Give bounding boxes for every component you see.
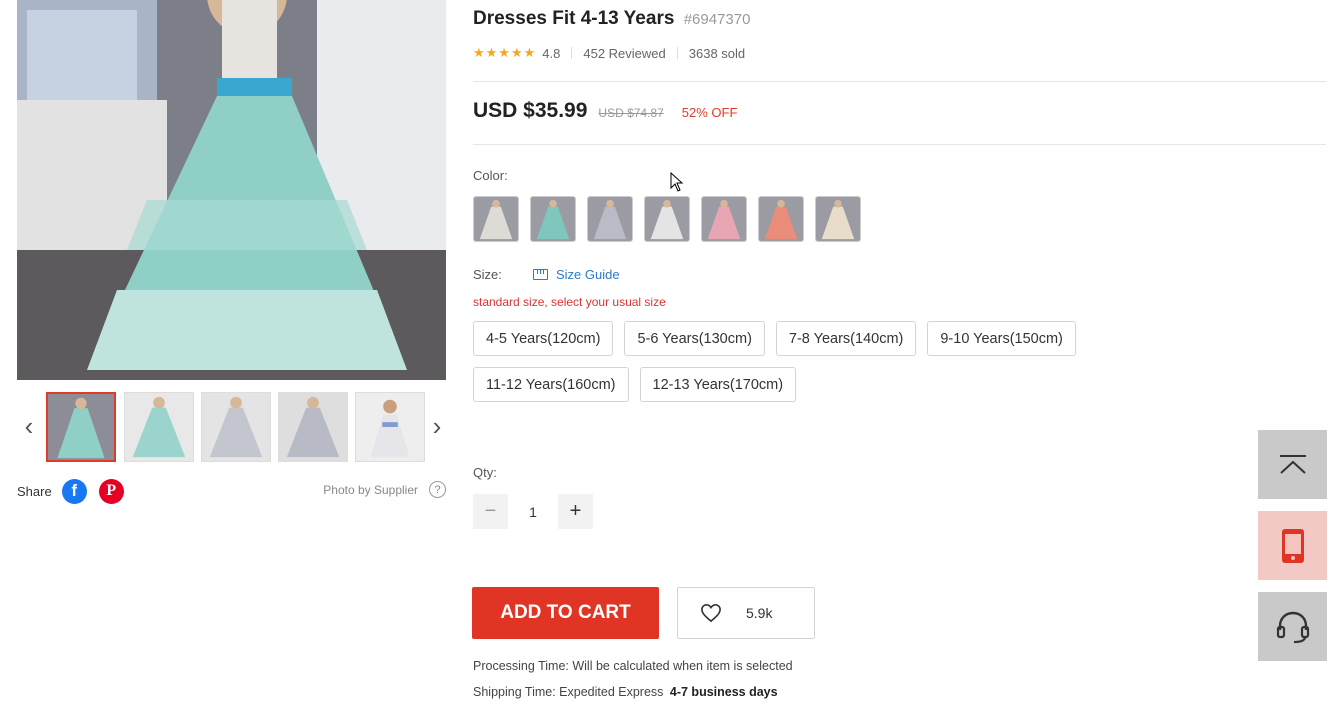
original-price: USD $74.87 [598,106,664,120]
discount-badge: 52% OFF [681,105,738,120]
size-option[interactable]: 7-8 Years(140cm) [775,321,917,356]
qty-label: Qty: [473,465,497,480]
share-row: Share f P Photo by Supplier ? [17,477,446,505]
size-note: standard size, select your usual size [473,295,666,309]
thumbnail[interactable] [201,392,271,462]
sold-count: 3638 sold [688,45,746,61]
ruler-icon [533,269,548,280]
color-swatch[interactable] [701,196,747,242]
prev-arrow-icon[interactable]: ‹ [19,411,39,441]
wishlist-button[interactable]: 5.9k [677,587,815,639]
thumbnail[interactable] [46,392,116,462]
back-to-top-button[interactable] [1258,430,1327,499]
rating-row: ★★★★★ 4.8 452 Reviewed 3638 sold [473,45,745,61]
thumbnail[interactable] [355,392,425,462]
quantity-stepper: − 1 + [473,494,593,529]
heart-icon [701,603,721,623]
shipping-time: Shipping Time: Expedited Express 4-7 bus… [473,685,778,699]
color-swatch[interactable] [473,196,519,242]
shipping-label: Shipping Time: [473,685,556,699]
next-arrow-icon[interactable]: › [427,411,447,441]
processing-label: Processing Time: [473,659,569,673]
size-option[interactable]: 9-10 Years(150cm) [927,321,1076,356]
product-title-text: Dresses Fit 4-13 Years [473,8,675,29]
pinterest-icon[interactable]: P [98,478,124,504]
thumbnail[interactable] [124,392,194,462]
mouse-cursor-icon [670,172,684,192]
product-sku: #6947370 [683,11,751,28]
size-option[interactable]: 11-12 Years(160cm) [473,367,629,402]
mobile-app-button[interactable] [1258,511,1327,580]
phone-icon [1281,528,1304,563]
customer-support-button[interactable] [1258,592,1327,661]
size-options: 4-5 Years(120cm) 5-6 Years(130cm) 7-8 Ye… [473,321,1173,413]
shipping-method: Expedited Express [559,685,664,699]
product-main-image[interactable] [17,0,446,380]
rating-value: 4.8 [542,45,561,61]
size-guide-label: Size Guide [556,267,620,282]
price-row: USD $35.99 USD $74.87 52% OFF [473,99,737,123]
processing-time: Processing Time: Will be calculated when… [473,659,793,673]
size-option[interactable]: 5-6 Years(130cm) [624,321,765,356]
color-swatch[interactable] [530,196,576,242]
qty-value[interactable]: 1 [508,504,558,520]
share-label: Share [17,483,52,499]
divider [571,47,573,59]
back-to-top-icon [1279,454,1306,474]
color-swatch[interactable] [758,196,804,242]
help-icon[interactable]: ? [429,481,446,498]
wishlist-count: 5.9k [746,605,773,621]
color-swatch[interactable] [644,196,690,242]
divider [473,144,1326,145]
add-to-cart-button[interactable]: ADD TO CART [472,587,659,639]
size-option[interactable]: 12-13 Years(170cm) [639,367,797,402]
current-price: USD $35.99 [473,99,588,122]
color-label: Color: [473,168,508,183]
color-swatch[interactable] [815,196,861,242]
qty-plus-button[interactable]: + [558,494,593,529]
processing-value: Will be calculated when item is selected [572,659,793,673]
color-swatch[interactable] [587,196,633,242]
size-label: Size: [473,267,502,282]
qty-minus-button[interactable]: − [473,494,508,529]
divider [473,81,1326,82]
reviews-link[interactable]: 452 Reviewed [583,46,665,61]
size-guide-link[interactable]: Size Guide [533,267,620,282]
thumbnail-strip: ‹ › [17,392,446,462]
product-title: Dresses Fit 4-13 Years #6947370 [473,8,750,30]
shipping-days: 4-7 business days [669,685,778,699]
star-rating-icon: ★★★★★ [473,45,537,60]
photo-by-label: Photo by Supplier [323,482,418,497]
photo-by-supplier: Photo by Supplier ? [323,481,446,498]
headset-icon [1276,611,1309,643]
divider [676,47,678,59]
color-swatches [473,196,872,242]
size-option[interactable]: 4-5 Years(120cm) [473,321,614,356]
thumbnail[interactable] [278,392,348,462]
facebook-icon[interactable]: f [61,478,87,504]
